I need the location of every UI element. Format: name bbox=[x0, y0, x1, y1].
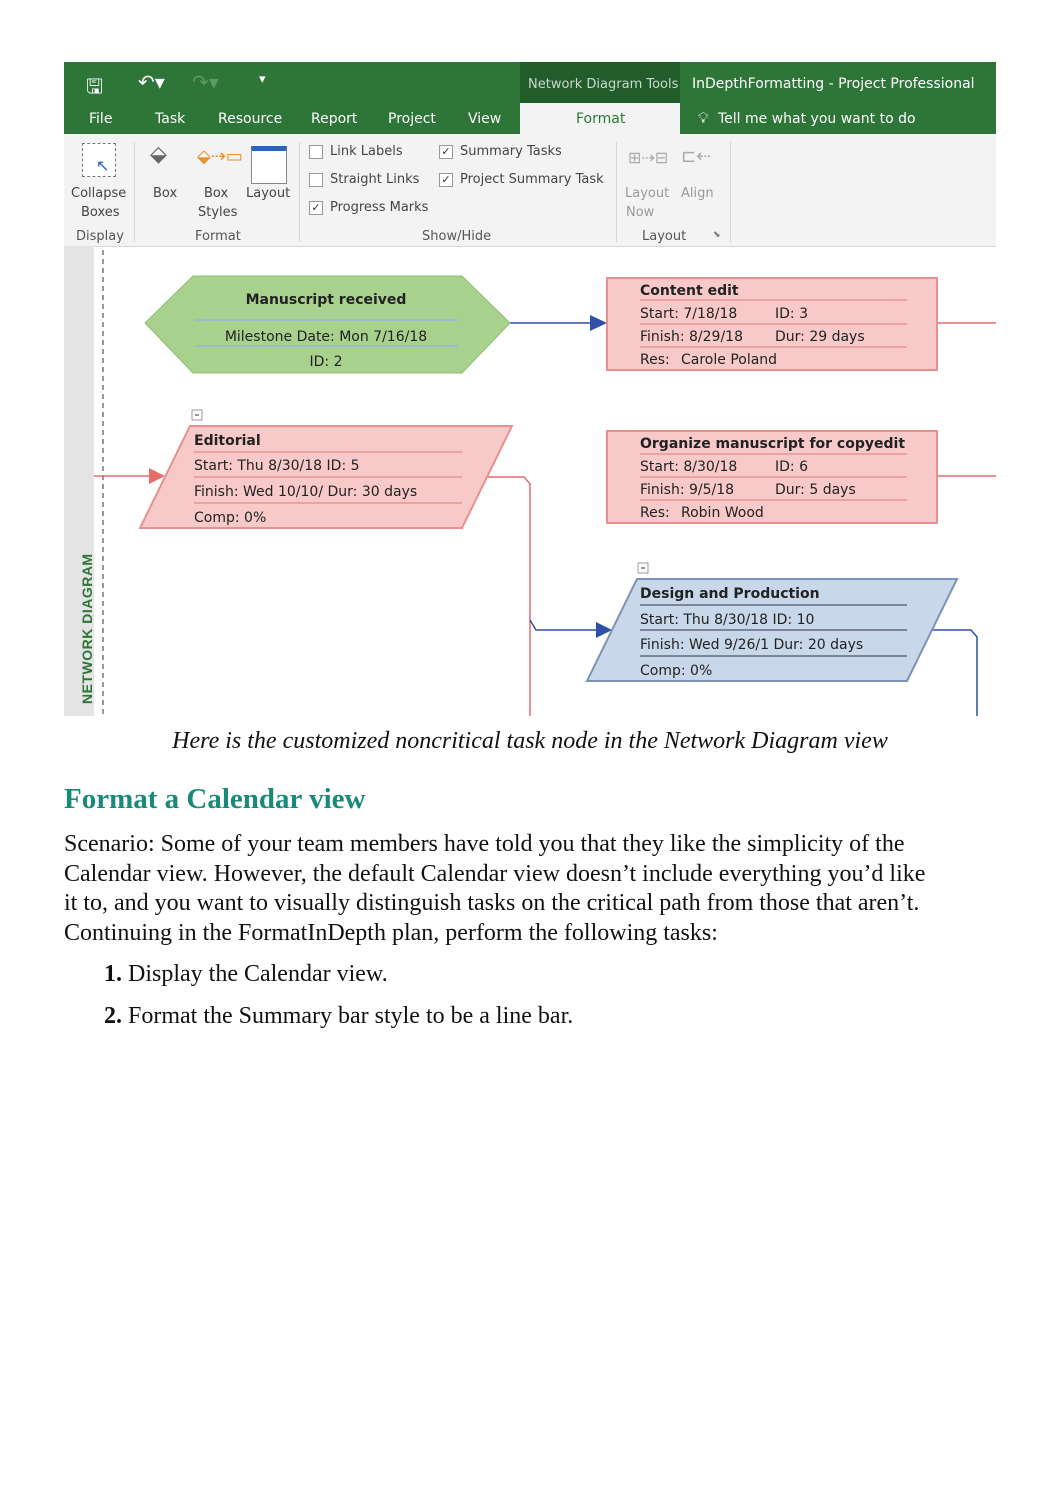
node-finish: Finish: 9/5/18 bbox=[640, 482, 734, 498]
node-start: Start: Thu 8/30/18 ID: 10 bbox=[640, 612, 814, 628]
network-diagram: Manuscript received Milestone Date: Mon … bbox=[94, 250, 996, 716]
step-text: Format the Summary bar style to be a lin… bbox=[128, 1003, 574, 1029]
node-dur: Dur: 5 days bbox=[775, 482, 856, 498]
paragraph-line: Calendar view. However, the default Cale… bbox=[64, 860, 926, 887]
section-heading: Format a Calendar view bbox=[64, 783, 366, 815]
arrowhead bbox=[590, 315, 607, 331]
node-comp: Comp: 0% bbox=[640, 663, 712, 679]
node-title: Editorial bbox=[194, 433, 261, 449]
document-page: 🖫 ↶▾ ↷▾ ▾ Network Diagram Tools InDepthF… bbox=[0, 0, 1060, 1500]
paragraph-line: Continuing in the FormatInDepth plan, pe… bbox=[64, 919, 718, 946]
scenario-paragraph: Scenario: Some of your team members have… bbox=[64, 830, 925, 948]
link-line bbox=[478, 476, 531, 716]
node-start: Start: Thu 8/30/18 ID: 5 bbox=[194, 458, 360, 474]
link-line bbox=[922, 629, 978, 716]
paragraph-line: it to, and you want to visually distingu… bbox=[64, 890, 920, 916]
node-res: Res: bbox=[640, 352, 670, 368]
node-finish: Finish: Wed 10/10/ Dur: 30 days bbox=[194, 484, 417, 500]
node-finish: Finish: Wed 9/26/1 Dur: 20 days bbox=[640, 637, 863, 653]
node-title: Manuscript received bbox=[246, 292, 407, 308]
node-id: ID: 3 bbox=[775, 306, 808, 322]
paragraph-line: Scenario: Some of your team members have… bbox=[64, 831, 905, 857]
node-title: Content edit bbox=[640, 283, 739, 299]
node-finish: Finish: 8/29/18 bbox=[640, 329, 743, 345]
step-item: 2. Format the Summary bar style to be a … bbox=[104, 1003, 573, 1030]
node-res: Res: bbox=[640, 505, 670, 521]
step-text: Display the Calendar view. bbox=[128, 961, 388, 987]
node-id: ID: 6 bbox=[775, 459, 808, 475]
step-number: 2. bbox=[104, 1003, 122, 1029]
node-id: ID: 2 bbox=[310, 354, 343, 370]
node-res-name: Carole Poland bbox=[681, 352, 777, 368]
node-dur: Dur: 29 days bbox=[775, 329, 865, 345]
step-number: 1. bbox=[104, 961, 122, 987]
node-res-name: Robin Wood bbox=[681, 505, 764, 521]
link-line bbox=[529, 619, 598, 631]
node-title: Organize manuscript for copyedit bbox=[640, 436, 905, 452]
node-comp: Comp: 0% bbox=[194, 510, 266, 526]
node-date: Milestone Date: Mon 7/16/18 bbox=[225, 329, 427, 345]
figure-caption: Here is the customized noncritical task … bbox=[172, 728, 888, 754]
node-title: Design and Production bbox=[640, 586, 820, 602]
node-start: Start: 7/18/18 bbox=[640, 306, 737, 322]
node-start: Start: 8/30/18 bbox=[640, 459, 737, 475]
step-item: 1. Display the Calendar view. bbox=[104, 961, 388, 988]
